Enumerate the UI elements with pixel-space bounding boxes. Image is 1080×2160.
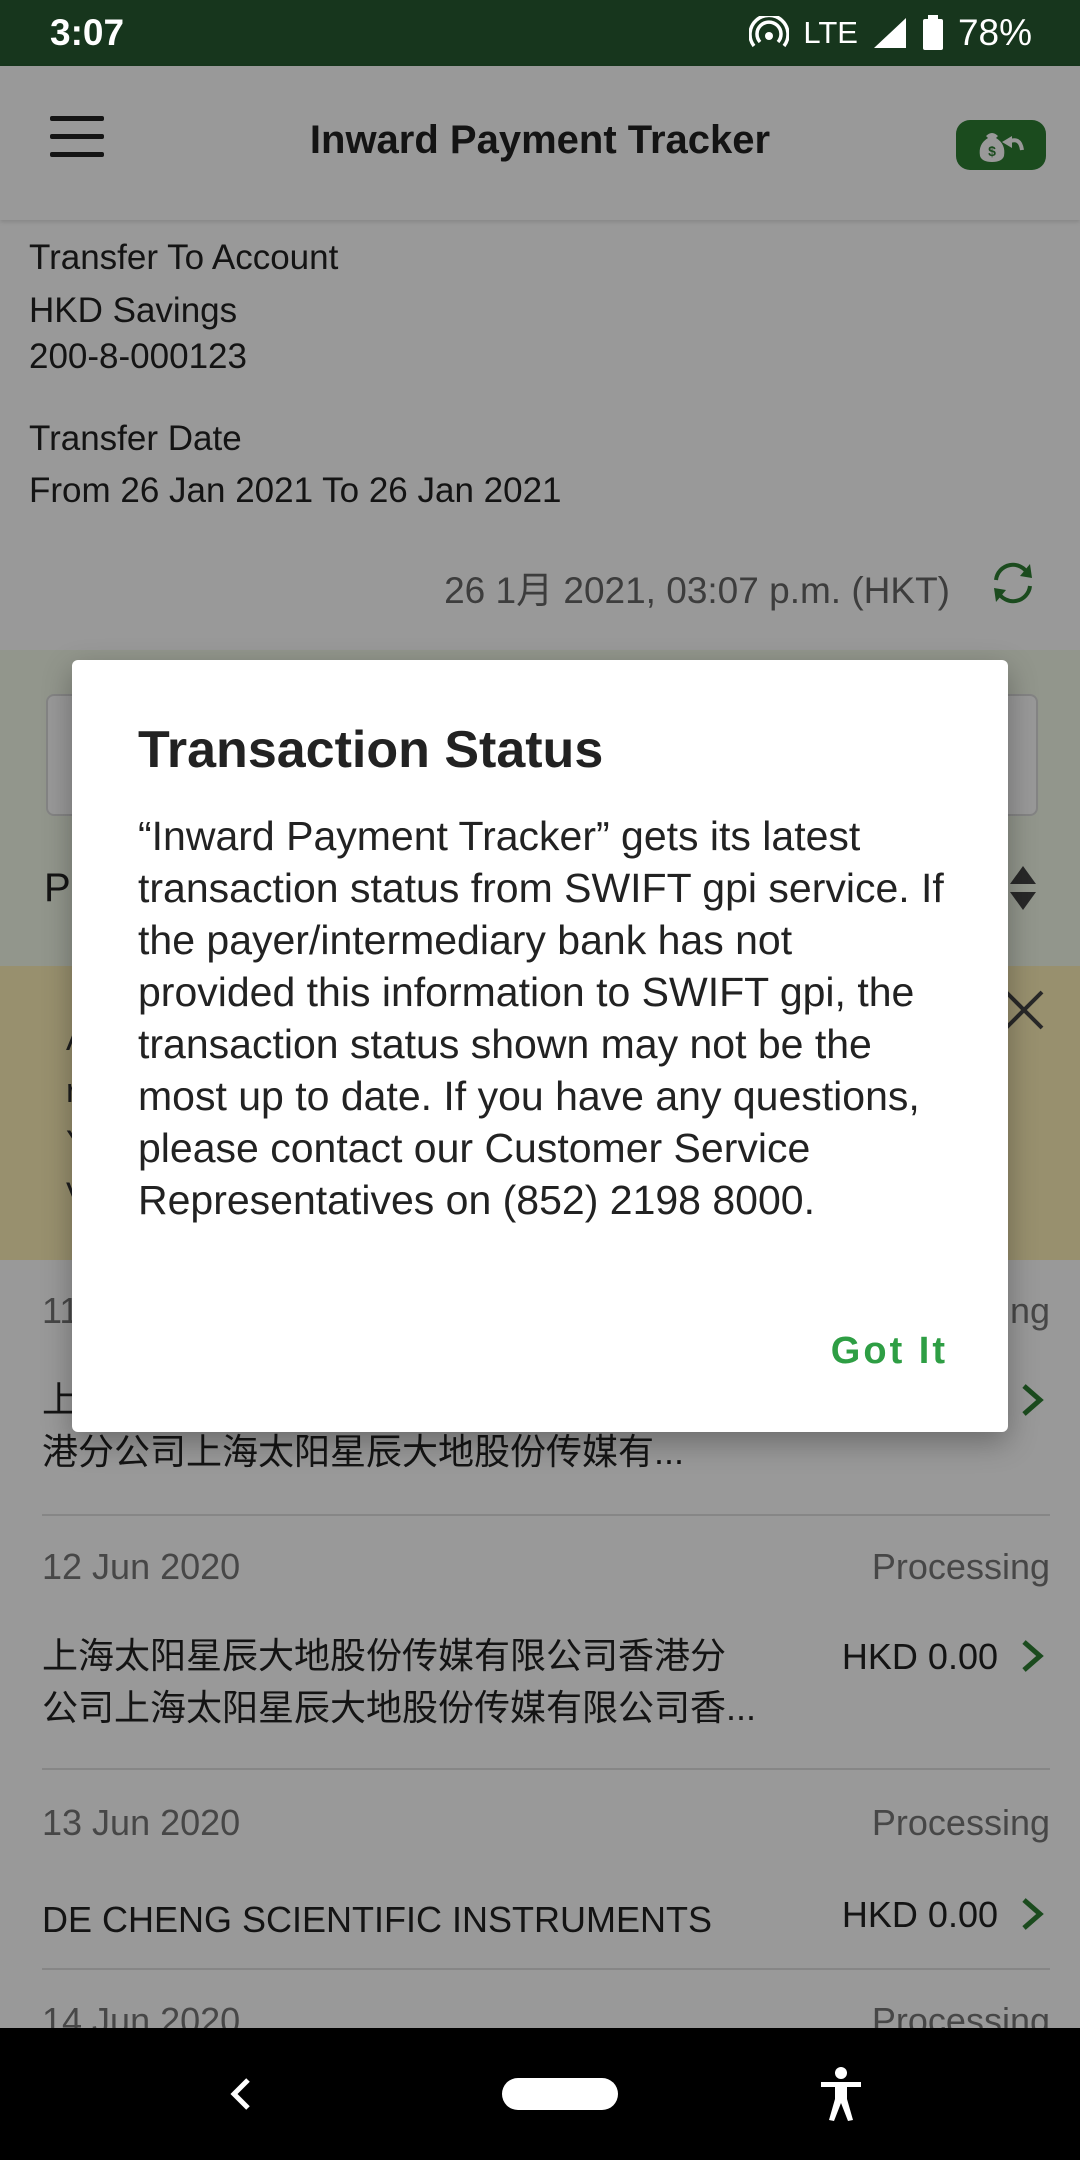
dialog-title: Transaction Status (138, 721, 604, 779)
got-it-button[interactable]: Got It (831, 1330, 948, 1373)
battery-icon (922, 15, 943, 50)
status-icons: LTE 78% (749, 12, 1032, 54)
network-type: LTE (803, 15, 858, 50)
status-bar: 3:07 LTE 78% (0, 0, 1080, 66)
back-icon[interactable] (220, 2072, 264, 2116)
battery-level: 78% (957, 12, 1032, 53)
accessibility-icon[interactable] (818, 2066, 864, 2122)
hotspot-icon (749, 16, 790, 48)
system-nav-bar (0, 2028, 1080, 2160)
signal-icon (873, 18, 906, 48)
dialog-message: “Inward Payment Tracker” gets its latest… (138, 813, 944, 1223)
home-button[interactable] (502, 2078, 618, 2110)
status-time: 3:07 (50, 12, 125, 53)
transaction-status-dialog: Transaction Status “Inward Payment Track… (72, 660, 1008, 1432)
